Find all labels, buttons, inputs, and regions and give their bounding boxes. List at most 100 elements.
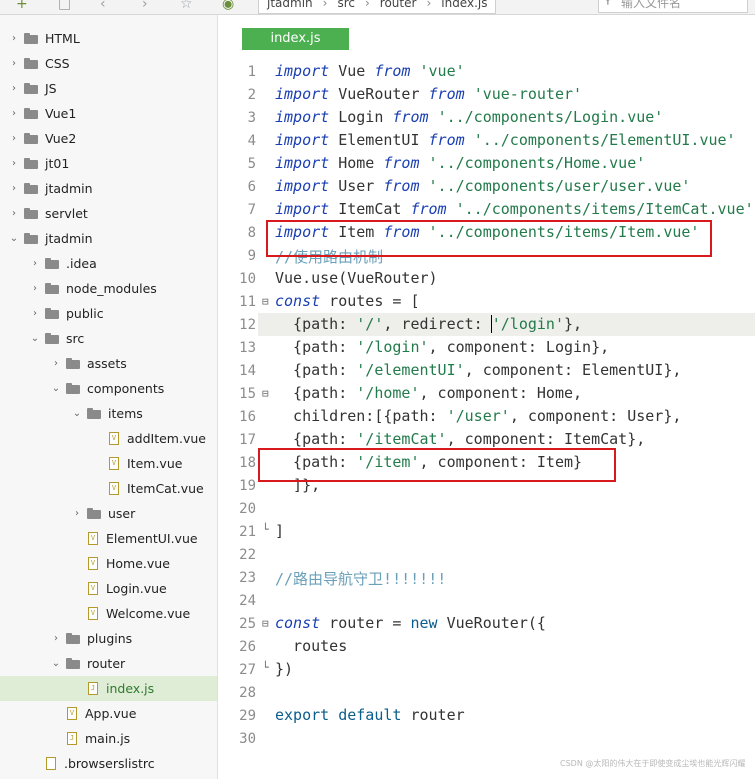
chevron-down-icon[interactable]: ⌄ bbox=[8, 233, 20, 244]
chevron-right-icon[interactable]: › bbox=[8, 208, 20, 219]
line-number: 1 bbox=[247, 64, 256, 80]
code-line[interactable]: {path: '/elementUI', component: ElementU… bbox=[275, 361, 681, 379]
breadcrumb-item[interactable]: router bbox=[380, 0, 417, 13]
code-line[interactable]: import ItemCat from '../components/items… bbox=[275, 200, 754, 218]
breadcrumb-item[interactable]: index.js bbox=[441, 0, 487, 13]
chevron-right-icon[interactable]: › bbox=[29, 308, 41, 319]
code-line[interactable]: import Vue from 'vue' bbox=[275, 62, 465, 80]
chevron-down-icon[interactable]: ⌄ bbox=[50, 383, 62, 394]
chevron-right-icon[interactable]: › bbox=[50, 358, 62, 369]
code-line[interactable]: import Login from '../components/Login.v… bbox=[275, 108, 663, 126]
chevron-right-icon[interactable]: › bbox=[8, 33, 20, 44]
chevron-right-icon[interactable]: › bbox=[29, 283, 41, 294]
code-line[interactable]: {path: '/login', component: Login}, bbox=[275, 338, 609, 356]
file-search-input[interactable]: ⚲ 输入文件名 bbox=[598, 0, 748, 13]
tree-item[interactable]: › jtadmin bbox=[0, 176, 217, 201]
chevron-right-icon[interactable]: › bbox=[8, 133, 20, 144]
code-line[interactable]: children:[{path: '/user', component: Use… bbox=[275, 407, 681, 425]
code-line[interactable]: {path: '/home', component: Home, bbox=[275, 384, 582, 402]
breadcrumb-item[interactable]: jtadmin bbox=[267, 0, 313, 13]
code-line[interactable]: ] bbox=[275, 522, 284, 540]
tree-item[interactable]: V ElementUI.vue bbox=[0, 526, 217, 551]
code-line[interactable]: {path: '/', redirect: '/login'}, bbox=[275, 315, 582, 333]
tree-item[interactable]: › servlet bbox=[0, 201, 217, 226]
tree-item[interactable]: › JS bbox=[0, 76, 217, 101]
tree-item[interactable]: ⌄ jtadmin bbox=[0, 226, 217, 251]
chevron-down-icon[interactable]: ⌄ bbox=[71, 408, 83, 419]
code-token: //路由导航守卫!!!!!!! bbox=[275, 570, 447, 588]
code-line[interactable]: }) bbox=[275, 660, 293, 678]
code-line[interactable]: import ElementUI from '../components/Ele… bbox=[275, 131, 736, 149]
tree-item[interactable]: VaddItem.vue bbox=[0, 426, 217, 451]
code-token: '../components/ElementUI.vue' bbox=[473, 131, 736, 149]
tree-item[interactable]: › assets bbox=[0, 351, 217, 376]
forward-icon[interactable]: › bbox=[142, 0, 148, 14]
tree-item[interactable]: V Welcome.vue bbox=[0, 601, 217, 626]
tree-item[interactable]: › .idea bbox=[0, 251, 217, 276]
tree-item[interactable]: › public bbox=[0, 301, 217, 326]
new-file-icon[interactable]: + bbox=[16, 0, 28, 14]
file-tree-sidebar: › HTML › CSS › JS › Vue1 › Vue2 › jt01 › jtadmin › serv… bbox=[0, 15, 218, 779]
fold-toggle-icon[interactable]: ⊟ bbox=[262, 387, 269, 400]
code-token: '/home' bbox=[356, 384, 420, 402]
tree-item[interactable]: ⌄ router bbox=[0, 651, 217, 676]
breadcrumb-item[interactable]: src bbox=[337, 0, 355, 13]
breadcrumb: jtadmin › src › router › index.js bbox=[258, 0, 497, 14]
code-token: '../components/user/user.vue' bbox=[428, 177, 691, 195]
star-icon[interactable]: ☆ bbox=[180, 0, 193, 14]
chevron-right-icon[interactable]: › bbox=[8, 58, 20, 69]
chevron-right-icon[interactable]: › bbox=[8, 183, 20, 194]
code-line[interactable]: const routes = [ bbox=[275, 292, 420, 310]
tree-item[interactable]: V Home.vue bbox=[0, 551, 217, 576]
tree-item[interactable]: Jmain.js bbox=[0, 726, 217, 751]
fold-toggle-icon[interactable]: ⊟ bbox=[262, 295, 269, 308]
code-token: export default bbox=[275, 706, 402, 724]
tree-item[interactable]: › Vue1 bbox=[0, 101, 217, 126]
code-line[interactable]: import VueRouter from 'vue-router' bbox=[275, 85, 582, 103]
chevron-down-icon[interactable]: ⌄ bbox=[29, 333, 41, 344]
line-number: 5 bbox=[247, 156, 256, 172]
tree-item[interactable]: › plugins bbox=[0, 626, 217, 651]
chevron-right-icon[interactable]: › bbox=[71, 508, 83, 519]
chevron-right-icon[interactable]: › bbox=[29, 258, 41, 269]
highlight-box-import-item bbox=[266, 220, 712, 257]
tree-item[interactable]: › node_modules bbox=[0, 276, 217, 301]
code-line[interactable]: Vue.use(VueRouter) bbox=[275, 269, 438, 287]
code-line[interactable]: import User from '../components/user/use… bbox=[275, 177, 690, 195]
tree-item[interactable]: .browserslistrc bbox=[0, 751, 217, 776]
folder-icon bbox=[66, 383, 80, 394]
tree-item[interactable]: › user bbox=[0, 501, 217, 526]
code-line[interactable]: routes bbox=[275, 637, 347, 655]
tree-item[interactable]: › CSS bbox=[0, 51, 217, 76]
chevron-right-icon[interactable]: › bbox=[50, 633, 62, 644]
tree-item[interactable]: › HTML bbox=[0, 26, 217, 51]
code-line[interactable]: const router = new VueRouter({ bbox=[275, 614, 546, 632]
fold-toggle-icon[interactable]: ⊟ bbox=[262, 617, 269, 630]
tree-item[interactable]: ⌄ items bbox=[0, 401, 217, 426]
square-icon[interactable]: □ bbox=[58, 0, 71, 14]
tree-item[interactable]: ⌄ src bbox=[0, 326, 217, 351]
chevron-right-icon[interactable]: › bbox=[8, 83, 20, 94]
chevron-right-icon[interactable]: › bbox=[8, 158, 20, 169]
code-line[interactable]: export default router bbox=[275, 706, 465, 724]
code-line[interactable]: //路由导航守卫!!!!!!! bbox=[275, 568, 446, 589]
tree-item[interactable]: ⌄ components bbox=[0, 376, 217, 401]
tree-item[interactable]: › jt01 bbox=[0, 151, 217, 176]
tree-item[interactable]: V Login.vue bbox=[0, 576, 217, 601]
back-icon[interactable]: ‹ bbox=[100, 0, 106, 14]
tree-item[interactable]: Jindex.js bbox=[0, 676, 217, 701]
tree-item[interactable]: V ItemCat.vue bbox=[0, 476, 217, 501]
tree-item-label: Login.vue bbox=[106, 581, 167, 596]
tree-item-label: jtadmin bbox=[45, 181, 93, 196]
tree-item[interactable]: V Item.vue bbox=[0, 451, 217, 476]
chevron-right-icon[interactable]: › bbox=[8, 108, 20, 119]
code-line[interactable]: import Home from '../components/Home.vue… bbox=[275, 154, 645, 172]
code-token: {path: bbox=[275, 361, 357, 379]
tree-item[interactable]: › Vue2 bbox=[0, 126, 217, 151]
tab-index-js[interactable]: index.js bbox=[242, 28, 349, 50]
code-line[interactable]: {path: '/itemCat', component: ItemCat}, bbox=[275, 430, 645, 448]
run-icon[interactable]: ◉ bbox=[222, 0, 234, 14]
tree-item[interactable]: V App.vue bbox=[0, 701, 217, 726]
code-token: '../components/items/ItemCat.vue' bbox=[455, 200, 754, 218]
chevron-down-icon[interactable]: ⌄ bbox=[50, 658, 62, 669]
